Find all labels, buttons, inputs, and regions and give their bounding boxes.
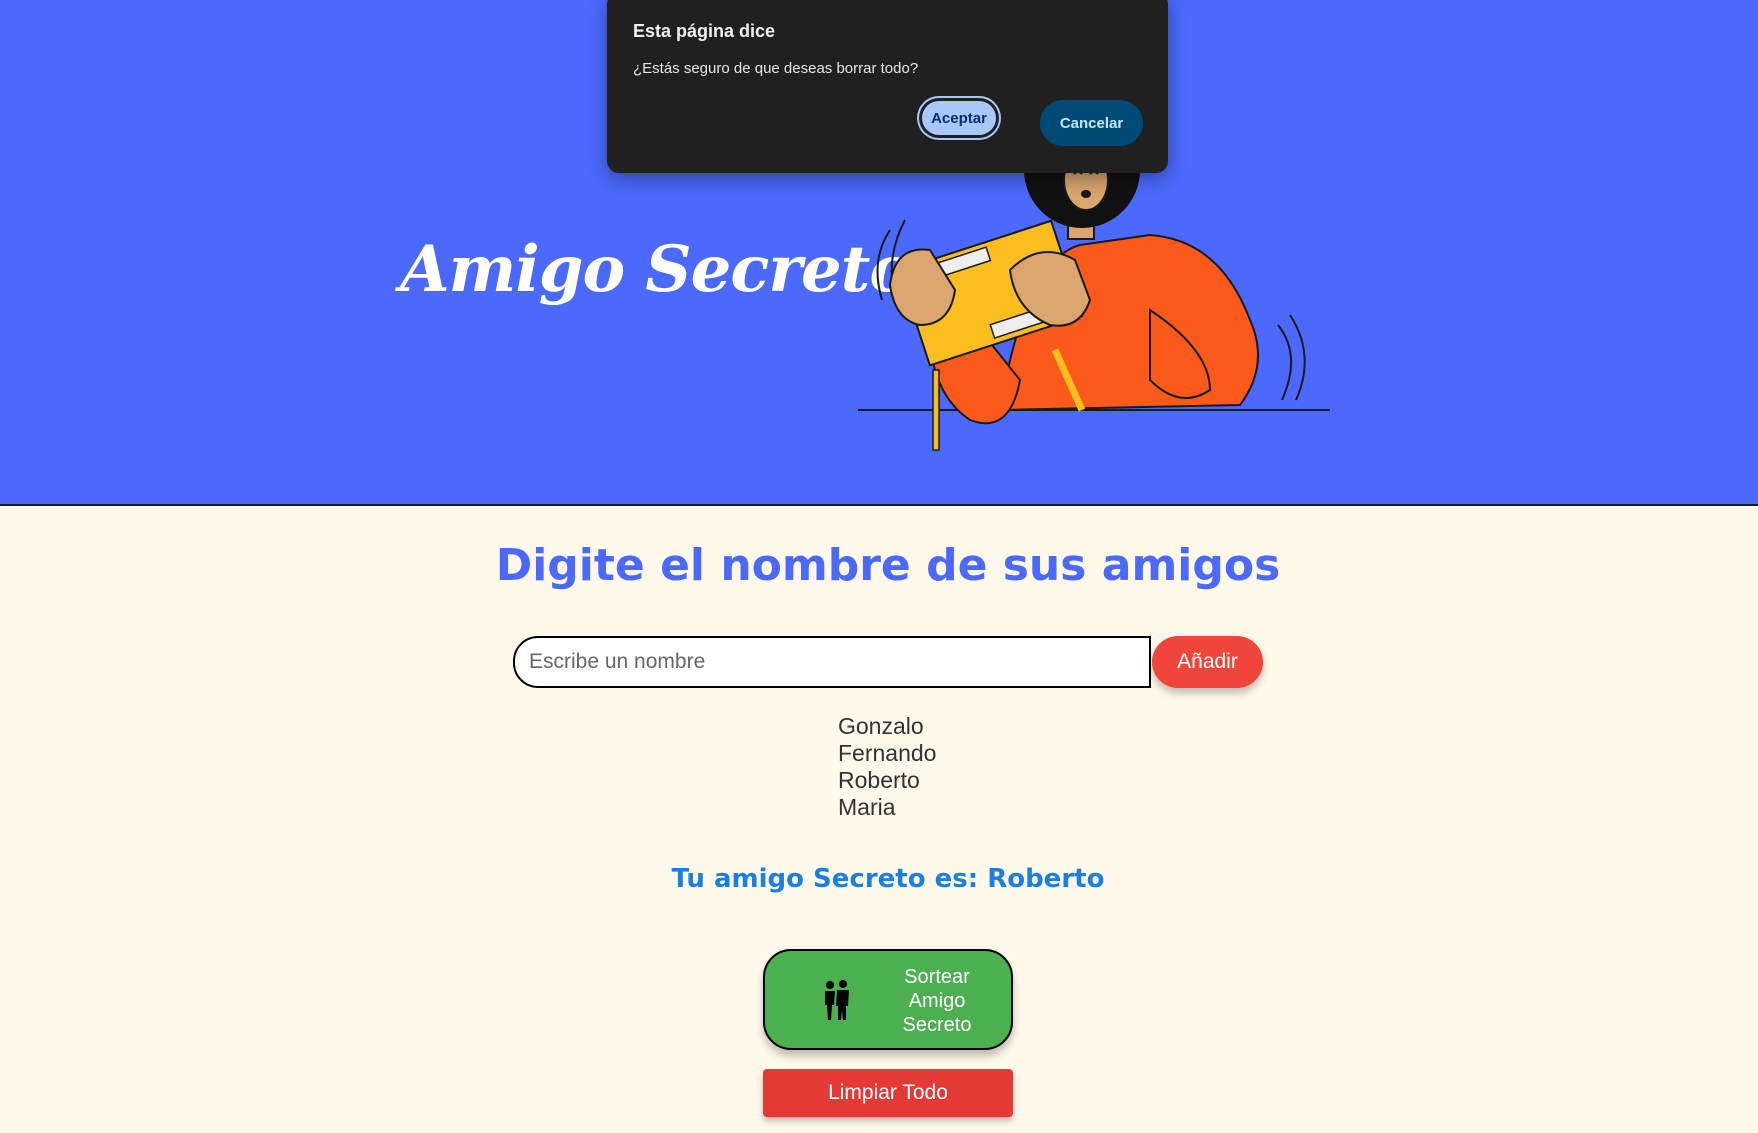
draw-button[interactable]: Sortear Amigo Secreto: [763, 949, 1013, 1050]
section-heading: Digite el nombre de sus amigos: [495, 540, 1281, 591]
list-item: Fernando: [838, 740, 937, 766]
confirm-dialog: Esta página dice ¿Estás seguro de que de…: [607, 0, 1168, 173]
draw-button-label: Sortear Amigo Secreto: [902, 966, 972, 1036]
people-icon: [825, 980, 849, 1020]
result-text: Tu amigo Secreto es: Roberto: [671, 864, 1105, 894]
name-input-wrapper: [513, 636, 1151, 688]
name-input[interactable]: [515, 638, 1149, 686]
list-item: Gonzalo: [838, 713, 924, 739]
dialog-title: Esta página dice: [633, 21, 776, 41]
page-title: Amigo Secreto: [400, 232, 912, 307]
page: Amigo Secreto Digite el nombre de sus am…: [0, 0, 1758, 1133]
clear-all-button[interactable]: Limpiar Todo: [763, 1069, 1013, 1117]
accept-button[interactable]: Aceptar: [922, 101, 996, 135]
dialog-message: ¿Estás seguro de que deseas borrar todo?: [633, 60, 919, 77]
friend-list: Gonzalo Fernando Roberto Maria: [838, 713, 936, 821]
list-item: Maria: [838, 794, 896, 820]
gift-illustration: [858, 150, 1330, 451]
add-button[interactable]: Añadir: [1152, 636, 1263, 688]
cancel-button[interactable]: Cancelar: [1040, 100, 1143, 146]
list-item: Roberto: [838, 767, 920, 793]
